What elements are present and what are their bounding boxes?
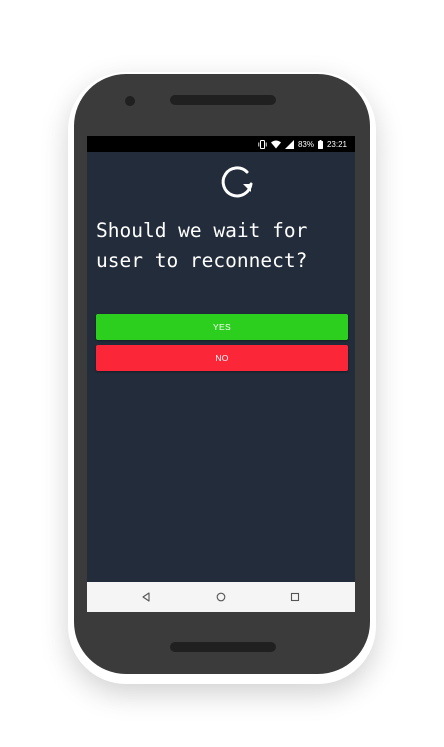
phone-screen: 83% 23:21 Should we wait for user to rec… [87,136,355,612]
home-icon[interactable] [213,589,229,605]
status-bar: 83% 23:21 [87,136,355,152]
yes-button[interactable]: YES [96,314,348,340]
battery-icon [317,139,323,149]
wifi-icon [270,140,281,149]
back-icon[interactable] [138,589,154,605]
vibrate-icon [258,139,267,149]
signal-icon [284,139,294,149]
prompt-question: Should we wait for user to reconnect? [96,219,308,272]
clock: 23:21 [326,139,347,149]
refresh-arrow-icon [217,162,257,202]
page: 83% 23:21 Should we wait for user to rec… [0,0,444,747]
phone-frame: 83% 23:21 Should we wait for user to rec… [74,74,370,674]
front-camera [125,96,135,106]
earpiece-speaker [170,95,276,105]
bottom-speaker [170,642,276,652]
no-button[interactable]: NO [96,345,348,371]
battery-percent: 83% [297,139,314,149]
recents-icon[interactable] [287,589,303,605]
navigation-bar [87,582,355,612]
